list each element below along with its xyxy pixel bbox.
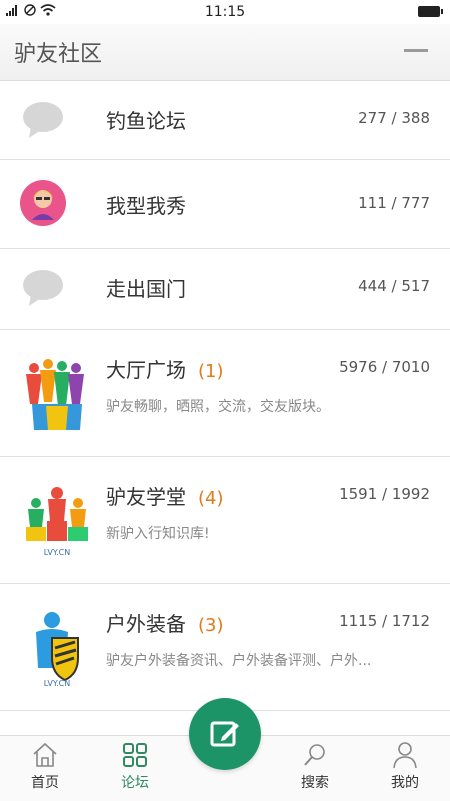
people-group-icon <box>22 354 92 434</box>
new-post-count: (4) <box>198 488 224 509</box>
search-icon <box>280 740 350 770</box>
forum-name: 户外装备 (3) <box>106 608 224 637</box>
status-bar: 11:15 <box>0 0 450 24</box>
nav-search[interactable]: 搜索 <box>280 740 350 792</box>
app-header: 驴友社区 <box>0 24 450 81</box>
nav-home[interactable]: 首页 <box>10 740 80 792</box>
svg-text:LVY.CN: LVY.CN <box>44 548 70 557</box>
status-time: 11:15 <box>204 4 246 20</box>
new-post-count: (1) <box>198 361 224 382</box>
page-title: 驴友社区 <box>14 42 103 67</box>
chat-bubble-icon <box>20 97 66 143</box>
edit-icon <box>210 721 239 747</box>
menu-icon[interactable] <box>404 49 428 52</box>
avatar-icon <box>20 180 66 226</box>
nav-home-label: 首页 <box>31 775 59 791</box>
forum-list: 钓鱼论坛 277 / 388 我型我秀 111 / 777 走出国门 444 /… <box>0 81 450 711</box>
forum-stats: 444 / 517 <box>358 277 430 295</box>
nav-forum-label: 论坛 <box>121 775 149 791</box>
forum-name-text: 大厅广场 <box>106 358 186 382</box>
forum-description: 驴友畅聊，晒照，交流，交友版块。 <box>106 399 330 415</box>
nav-search-label: 搜索 <box>301 775 329 791</box>
forum-row-school[interactable]: LVY.CN 驴友学堂 (4) 1591 / 1992 新驴入行知识库! <box>0 457 450 584</box>
forum-row-fishing[interactable]: 钓鱼论坛 277 / 388 <box>0 81 450 160</box>
chat-bubble-icon <box>20 265 66 311</box>
forum-name-text: 户外装备 <box>106 612 186 636</box>
forum-description: 驴友户外装备资讯、户外装备评测、户外... <box>106 653 372 669</box>
nav-mine-label: 我的 <box>391 775 419 791</box>
nav-forum[interactable]: 论坛 <box>100 740 170 792</box>
forum-name: 走出国门 <box>106 277 186 301</box>
new-post-count: (3) <box>198 615 224 636</box>
home-icon <box>10 740 80 770</box>
shield-person-icon: LVY.CN <box>22 608 92 688</box>
forum-row-hall[interactable]: 大厅广场 (1) 5976 / 7010 驴友畅聊，晒照，交流，交友版块。 <box>0 330 450 457</box>
forum-name: 驴友学堂 (4) <box>106 481 224 510</box>
forum-stats: 1115 / 1712 <box>339 612 430 630</box>
nav-mine[interactable]: 我的 <box>370 740 440 792</box>
forum-stats: 277 / 388 <box>358 109 430 127</box>
compose-button[interactable] <box>189 698 261 770</box>
forum-name-text: 驴友学堂 <box>106 485 186 509</box>
forum-name: 我型我秀 <box>106 194 186 218</box>
podium-people-icon: LVY.CN <box>22 481 92 561</box>
forum-description: 新驴入行知识库! <box>106 526 210 542</box>
user-icon <box>370 740 440 770</box>
forum-stats: 5976 / 7010 <box>339 358 430 376</box>
forum-row-show[interactable]: 我型我秀 111 / 777 <box>0 160 450 249</box>
forum-row-abroad[interactable]: 走出国门 444 / 517 <box>0 249 450 330</box>
forum-stats: 1591 / 1992 <box>339 485 430 503</box>
grid-icon <box>100 740 170 770</box>
forum-name: 大厅广场 (1) <box>106 354 224 383</box>
svg-text:LVY.CN: LVY.CN <box>44 679 70 688</box>
battery-icon <box>418 6 443 17</box>
forum-stats: 111 / 777 <box>358 194 430 212</box>
forum-name: 钓鱼论坛 <box>106 109 186 133</box>
forum-row-gear[interactable]: LVY.CN 户外装备 (3) 1115 / 1712 驴友户外装备资讯、户外装备… <box>0 584 450 711</box>
